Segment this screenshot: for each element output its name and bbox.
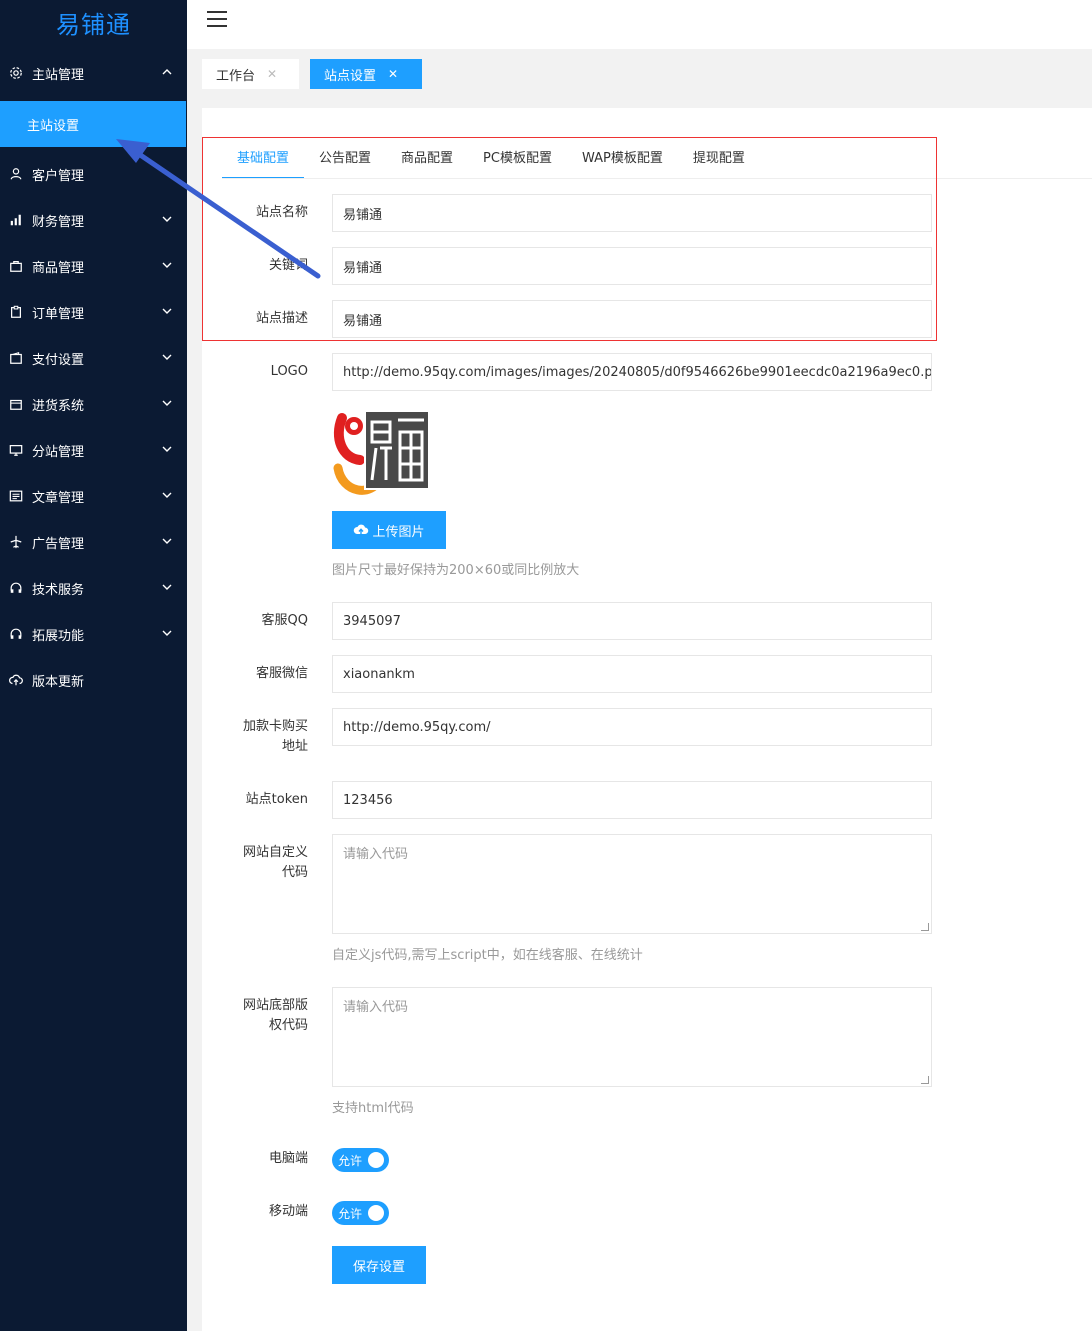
custom-code-label: 网站自定义 代码 <box>242 845 308 880</box>
wechat-label: 客服微信 <box>255 666 308 681</box>
wallet-icon <box>8 350 24 366</box>
card-url-label: 加款卡购买 地址 <box>242 719 308 754</box>
logo-label: LOGO <box>270 364 308 379</box>
sidebar-item-customers[interactable]: 客户管理 <box>0 151 187 197</box>
sidebar-item-label: 版本更新 <box>32 674 85 690</box>
headset-icon <box>8 626 24 642</box>
chevron-down-icon <box>162 584 172 590</box>
clipboard-icon <box>8 304 24 320</box>
logo-hint: 图片尺寸最好保持为200×60或同比例放大 <box>332 563 580 578</box>
sidebar-item-label: 订单管理 <box>32 306 85 322</box>
highlight-box <box>202 137 937 341</box>
custom-code-hint: 自定义js代码,需写上script中，如在线客服、在线统计 <box>332 948 643 963</box>
chevron-down-icon <box>162 492 172 498</box>
sidebar-item-label: 客户管理 <box>32 168 85 184</box>
sidebar-item-purchase[interactable]: 进货系统 <box>0 381 187 427</box>
settings-card: 基础配置 公告配置 商品配置 PC模板配置 WAP模板配置 提现配置 站点名称 … <box>202 108 1092 1331</box>
box-icon <box>8 396 24 412</box>
footer-code-textarea[interactable]: 请输入代码 <box>332 987 932 1087</box>
sidebar-item-label: 分站管理 <box>32 444 85 460</box>
monitor-icon <box>8 442 24 458</box>
sidebar-item-label: 财务管理 <box>32 214 85 230</box>
tab-workbench[interactable]: 工作台 ✕ <box>202 59 299 89</box>
gear-icon <box>8 65 24 81</box>
resize-handle-icon[interactable] <box>921 923 929 931</box>
pc-label: 电脑端 <box>268 1151 308 1166</box>
bag-icon <box>8 258 24 274</box>
hamburger-menu-icon[interactable] <box>207 11 227 29</box>
cloud-upload-icon <box>8 672 24 688</box>
site-logo-image <box>333 410 430 495</box>
chevron-down-icon <box>162 400 172 406</box>
headset-icon <box>8 580 24 596</box>
chevron-down-icon <box>162 262 172 268</box>
top-bar <box>187 0 1092 49</box>
chevron-down-icon <box>162 354 172 360</box>
brand-logo: 易铺通 <box>56 10 131 39</box>
sidebar-item-finance[interactable]: 财务管理 <box>0 197 187 243</box>
sidebar-item-ads[interactable]: 广告管理 <box>0 519 187 565</box>
token-input[interactable]: 123456 <box>332 781 932 819</box>
sidebar-item-orders[interactable]: 订单管理 <box>0 289 187 335</box>
sidebar-subitem-site-settings[interactable]: 主站设置 <box>0 101 186 147</box>
cloud-upload-icon <box>354 524 369 535</box>
sidebar: 易铺通 主站管理 主站设置 客户管理 财务管理 商品管理 订单管理 支付设置 进… <box>0 0 187 1331</box>
chevron-down-icon <box>162 308 172 314</box>
card-url-input[interactable]: http://demo.95qy.com/ <box>332 708 932 746</box>
sidebar-item-main-site[interactable]: 主站管理 <box>0 50 187 96</box>
close-icon[interactable]: ✕ <box>388 67 398 81</box>
upload-image-button[interactable]: 上传图片 <box>332 511 446 549</box>
sidebar-item-version-update[interactable]: 版本更新 <box>0 657 187 703</box>
pc-toggle[interactable]: 允许 <box>332 1148 389 1172</box>
mobile-toggle[interactable]: 允许 <box>332 1201 389 1225</box>
resize-handle-icon[interactable] <box>921 1076 929 1084</box>
sidebar-item-label: 文章管理 <box>32 490 85 506</box>
sidebar-item-label: 进货系统 <box>32 398 85 414</box>
custom-code-textarea[interactable]: 请输入代码 <box>332 834 932 934</box>
token-label: 站点token <box>245 792 308 807</box>
mobile-label: 移动端 <box>268 1204 308 1219</box>
footer-code-hint: 支持html代码 <box>332 1101 414 1116</box>
sidebar-item-tech-service[interactable]: 技术服务 <box>0 565 187 611</box>
toggle-knob <box>368 1205 384 1221</box>
chevron-down-icon <box>162 538 172 544</box>
sidebar-item-extensions[interactable]: 拓展功能 <box>0 611 187 657</box>
sidebar-item-substation[interactable]: 分站管理 <box>0 427 187 473</box>
sidebar-item-payment[interactable]: 支付设置 <box>0 335 187 381</box>
user-icon <box>8 166 24 182</box>
save-settings-button[interactable]: 保存设置 <box>332 1246 426 1284</box>
chevron-down-icon <box>162 446 172 452</box>
wechat-input[interactable]: xiaonankm <box>332 655 932 693</box>
chevron-up-icon <box>162 69 172 75</box>
sidebar-item-label: 拓展功能 <box>32 628 85 644</box>
sidebar-item-label: 主站管理 <box>32 67 85 83</box>
sidebar-item-label: 技术服务 <box>32 582 85 598</box>
qq-input[interactable]: 3945097 <box>332 602 932 640</box>
sidebar-item-label: 商品管理 <box>32 260 85 276</box>
sidebar-item-products[interactable]: 商品管理 <box>0 243 187 289</box>
airplane-icon <box>8 534 24 550</box>
sidebar-item-articles[interactable]: 文章管理 <box>0 473 187 519</box>
article-icon <box>8 488 24 504</box>
toggle-knob <box>368 1152 384 1168</box>
bar-chart-icon <box>8 212 24 228</box>
close-icon[interactable]: ✕ <box>267 67 277 81</box>
qq-label: 客服QQ <box>261 613 308 628</box>
chevron-down-icon <box>162 630 172 636</box>
sidebar-item-label: 广告管理 <box>32 536 85 552</box>
logo-url-input[interactable]: http://demo.95qy.com/images/images/20240… <box>332 353 932 391</box>
tab-site-settings[interactable]: 站点设置 ✕ <box>310 59 422 89</box>
footer-code-label: 网站底部版 权代码 <box>242 998 308 1033</box>
sidebar-item-label: 支付设置 <box>32 352 85 368</box>
chevron-down-icon <box>162 216 172 222</box>
